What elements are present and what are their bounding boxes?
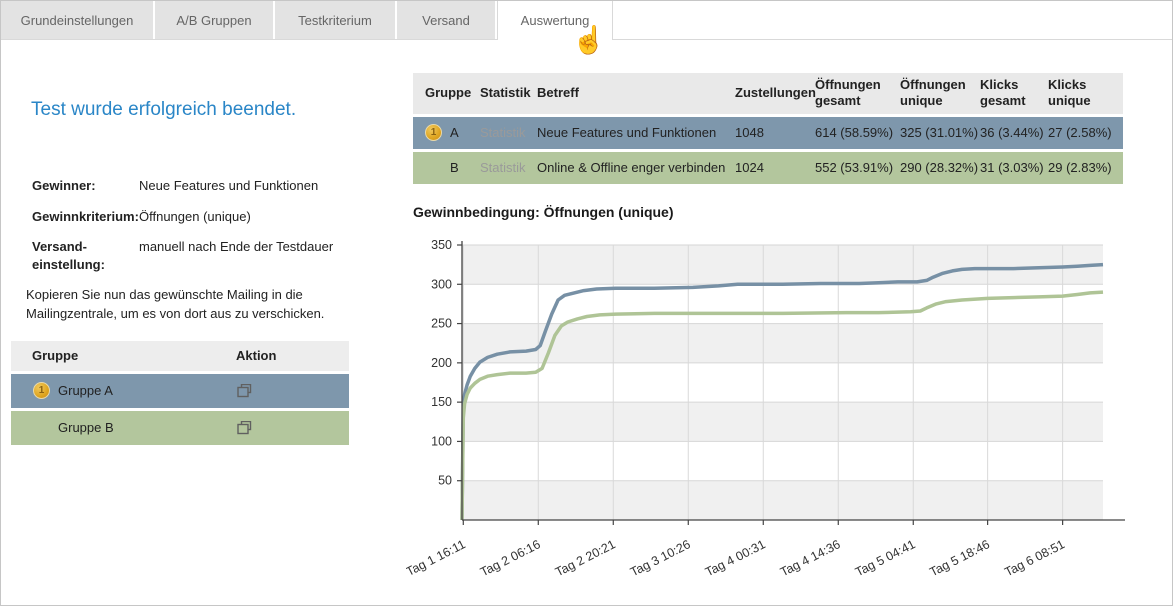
tab-label: Versand (422, 13, 470, 28)
group-letter: B (450, 160, 459, 175)
betreff-cell: Online & Offline enger verbinden (537, 160, 735, 175)
copy-mailing-button[interactable] (237, 421, 349, 435)
info-row-gewinner: Gewinner: Neue Features und Funktionen (32, 177, 351, 195)
table-row-gruppe-b: B Statistik Online & Offline enger verbi… (413, 152, 1123, 184)
column-header-zustellungen: Zustellungen (735, 85, 815, 101)
success-message: Test wurde erfolgreich beendet. (31, 99, 351, 121)
svg-text:Tag 5 04:41: Tag 5 04:41 (853, 537, 918, 579)
group-action-table: Gruppe Aktion 1 Gruppe A Grupp (11, 341, 349, 445)
info-value: Neue Features und Funktionen (139, 177, 318, 195)
winner-badge-icon: 1 (33, 382, 50, 399)
table-row-gruppe-a: 1 A Statistik Neue Features und Funktion… (413, 117, 1123, 149)
tab-bar: Grundeinstellungen A/B Gruppen Testkrite… (1, 1, 1172, 40)
svg-text:350: 350 (431, 238, 452, 252)
table-row-gruppe-a: 1 Gruppe A (11, 374, 349, 408)
winner-badge-icon: 1 (425, 124, 442, 141)
klicks-gesamt-cell: 31 (3.03%) (980, 160, 1048, 175)
svg-text:Tag 4 00:31: Tag 4 00:31 (703, 537, 768, 579)
svg-text:200: 200 (431, 356, 452, 370)
svg-text:Tag 6 08:51: Tag 6 08:51 (1002, 537, 1067, 579)
svg-text:Tag 1 16:11: Tag 1 16:11 (406, 537, 468, 579)
tab-grundeinstellungen[interactable]: Grundeinstellungen (1, 1, 153, 39)
oeffnungen-gesamt-cell: 552 (53.91%) (815, 160, 900, 175)
column-header-gruppe: Gruppe (32, 348, 236, 363)
svg-text:Tag 5 18:46: Tag 5 18:46 (927, 537, 992, 579)
info-label: Versand-einstellung: (32, 238, 139, 273)
copy-instruction-text: Kopieren Sie nun das gewünschte Mailing … (26, 286, 341, 324)
oeffnungen-unique-cell: 290 (28.32%) (900, 160, 980, 175)
info-value: Öffnungen (unique) (139, 208, 251, 226)
info-row-gewinnkriterium: Gewinnkriterium: Öffnungen (unique) (32, 208, 351, 226)
svg-text:300: 300 (431, 277, 452, 291)
tab-ab-gruppen[interactable]: A/B Gruppen (155, 1, 273, 39)
tab-versand[interactable]: Versand (397, 1, 495, 39)
group-letter: A (450, 125, 459, 140)
klicks-gesamt-cell: 36 (3.44%) (980, 125, 1048, 140)
svg-text:150: 150 (431, 395, 452, 409)
column-header-statistik: Statistik (480, 85, 537, 101)
group-table-header: Gruppe Aktion (11, 341, 349, 371)
info-row-versandeinstellung: Versand-einstellung: manuell nach Ende d… (32, 238, 351, 273)
column-header-klicks-gesamt: Klicks gesamt (980, 77, 1048, 110)
copy-icon (237, 421, 252, 435)
winner-info: Gewinner: Neue Features und Funktionen G… (32, 177, 351, 273)
oeffnungen-unique-cell: 325 (31.01%) (900, 125, 980, 140)
svg-text:250: 250 (431, 317, 452, 331)
info-label: Gewinnkriterium: (32, 208, 139, 226)
klicks-unique-cell: 27 (2.58%) (1048, 125, 1123, 140)
column-header-gruppe: Gruppe (425, 85, 480, 101)
info-label: Gewinner: (32, 177, 139, 195)
tab-testkriterium[interactable]: Testkriterium (275, 1, 395, 39)
zustellungen-cell: 1024 (735, 160, 815, 175)
results-table: Gruppe Statistik Betreff Zustellungen Öf… (413, 73, 1123, 184)
betreff-cell: Neue Features und Funktionen (537, 125, 735, 140)
column-header-betreff: Betreff (537, 85, 735, 101)
tab-auswertung[interactable]: Auswertung (497, 1, 613, 40)
column-header-oeffnungen-gesamt: Öffnungen gesamt (815, 77, 900, 110)
column-header-klicks-unique: Klicks unique (1048, 77, 1123, 110)
svg-text:50: 50 (438, 474, 452, 488)
statistik-link[interactable]: Statistik (480, 160, 537, 175)
svg-text:Tag 3 10:26: Tag 3 10:26 (628, 537, 693, 579)
statistik-link[interactable]: Statistik (480, 125, 537, 140)
group-name: Gruppe A (58, 383, 113, 398)
klicks-unique-cell: 29 (2.83%) (1048, 160, 1123, 175)
column-header-oeffnungen-unique: Öffnungen unique (900, 77, 980, 110)
group-name: Gruppe B (58, 420, 114, 435)
tab-label: A/B Gruppen (176, 13, 251, 28)
column-header-aktion: Aktion (236, 348, 349, 363)
results-table-header: Gruppe Statistik Betreff Zustellungen Öf… (413, 73, 1123, 114)
zustellungen-cell: 1048 (735, 125, 815, 140)
tab-label: Testkriterium (298, 13, 372, 28)
tab-label: Auswertung (521, 13, 590, 28)
svg-text:Tag 2 06:16: Tag 2 06:16 (478, 537, 543, 579)
line-chart: 50 100 150 200 250 300 350 Tag 1 16:11Tag 2 06:… (406, 237, 1172, 582)
summary-panel: Test wurde erfolgreich beendet. Gewinner… (11, 39, 351, 445)
svg-text:100: 100 (431, 434, 452, 448)
chart-title: Gewinnbedingung: Öffnungen (unique) (413, 204, 674, 220)
tab-label: Grundeinstellungen (21, 13, 134, 28)
svg-text:Tag 4 14:36: Tag 4 14:36 (778, 537, 843, 579)
table-row-gruppe-b: Gruppe B (11, 411, 349, 445)
info-value: manuell nach Ende der Testdauer (139, 238, 333, 273)
svg-text:Tag 2 20:21: Tag 2 20:21 (553, 537, 618, 579)
ab-test-evaluation-page: Grundeinstellungen A/B Gruppen Testkrite… (0, 0, 1173, 606)
copy-icon (237, 384, 252, 398)
copy-mailing-button[interactable] (237, 384, 349, 398)
oeffnungen-gesamt-cell: 614 (58.59%) (815, 125, 900, 140)
